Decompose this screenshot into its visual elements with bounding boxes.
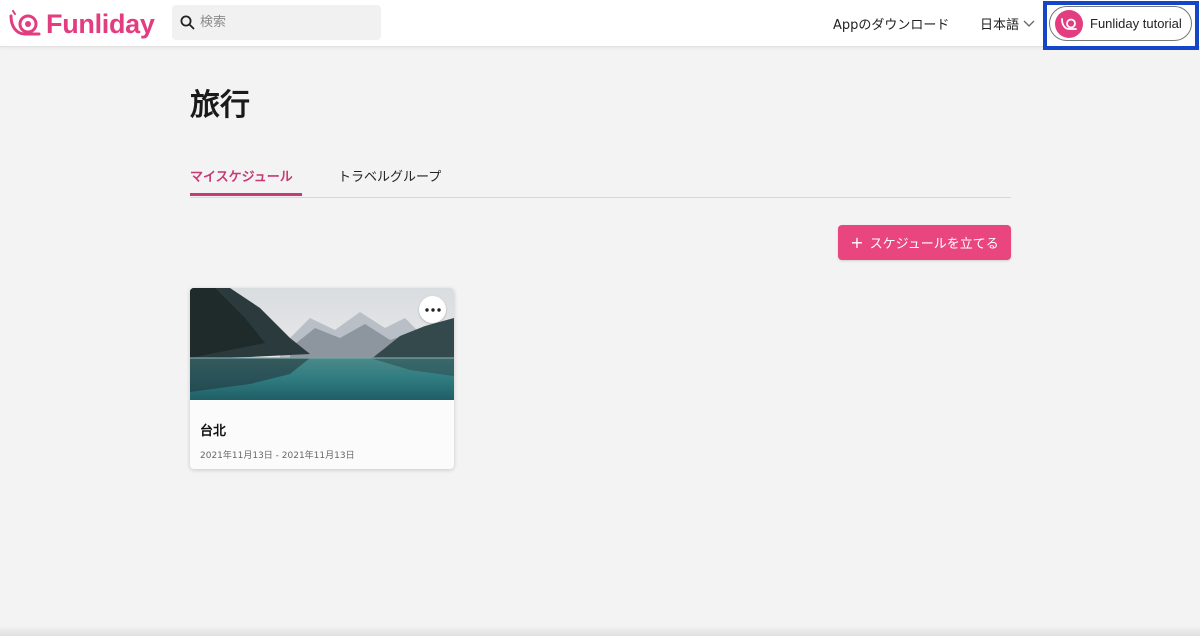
- page-title: 旅行: [190, 88, 250, 123]
- trip-title: 台北: [200, 424, 227, 439]
- user-name: Funliday tutorial: [1090, 16, 1182, 31]
- create-schedule-label: スケジュールを立てる: [869, 237, 999, 252]
- search-icon: [180, 15, 195, 30]
- language-selector[interactable]: 日本語: [980, 14, 1035, 33]
- tab-travel-group[interactable]: トラベルグループ: [338, 166, 441, 185]
- search-input[interactable]: [200, 11, 375, 33]
- app-download-link[interactable]: Appのダウンロード: [833, 14, 949, 33]
- snail-logo-icon: [9, 10, 41, 36]
- brand-name: Funliday: [46, 8, 155, 39]
- avatar: [1055, 10, 1083, 38]
- bottom-shadow: [0, 626, 1200, 636]
- language-label: 日本語: [980, 18, 1020, 33]
- trip-card[interactable]: 台北 2021年11月13日 - 2021年11月13日: [190, 288, 454, 469]
- card-menu-button[interactable]: [419, 296, 446, 323]
- search-box[interactable]: [172, 5, 381, 40]
- chevron-down-icon: [1023, 20, 1035, 27]
- plus-icon: +: [850, 232, 864, 252]
- brand-logo[interactable]: Funliday: [8, 9, 155, 39]
- tab-my-schedule[interactable]: マイスケジュール: [190, 166, 302, 196]
- trip-cover-image: [190, 288, 454, 400]
- snail-avatar-icon: [1061, 18, 1077, 30]
- user-menu-button[interactable]: Funliday tutorial: [1049, 6, 1192, 41]
- trip-dates: 2021年11月13日 - 2021年11月13日: [200, 451, 355, 461]
- top-navbar: Funliday Appのダウンロード 日本語 Funliday tutoria…: [0, 0, 1200, 50]
- more-horizontal-icon: [424, 307, 441, 312]
- trip-tabs: マイスケジュール トラベルグループ: [190, 160, 1011, 198]
- create-schedule-button[interactable]: + スケジュールを立てる: [838, 225, 1011, 260]
- lake-mountain-photo: [190, 288, 454, 400]
